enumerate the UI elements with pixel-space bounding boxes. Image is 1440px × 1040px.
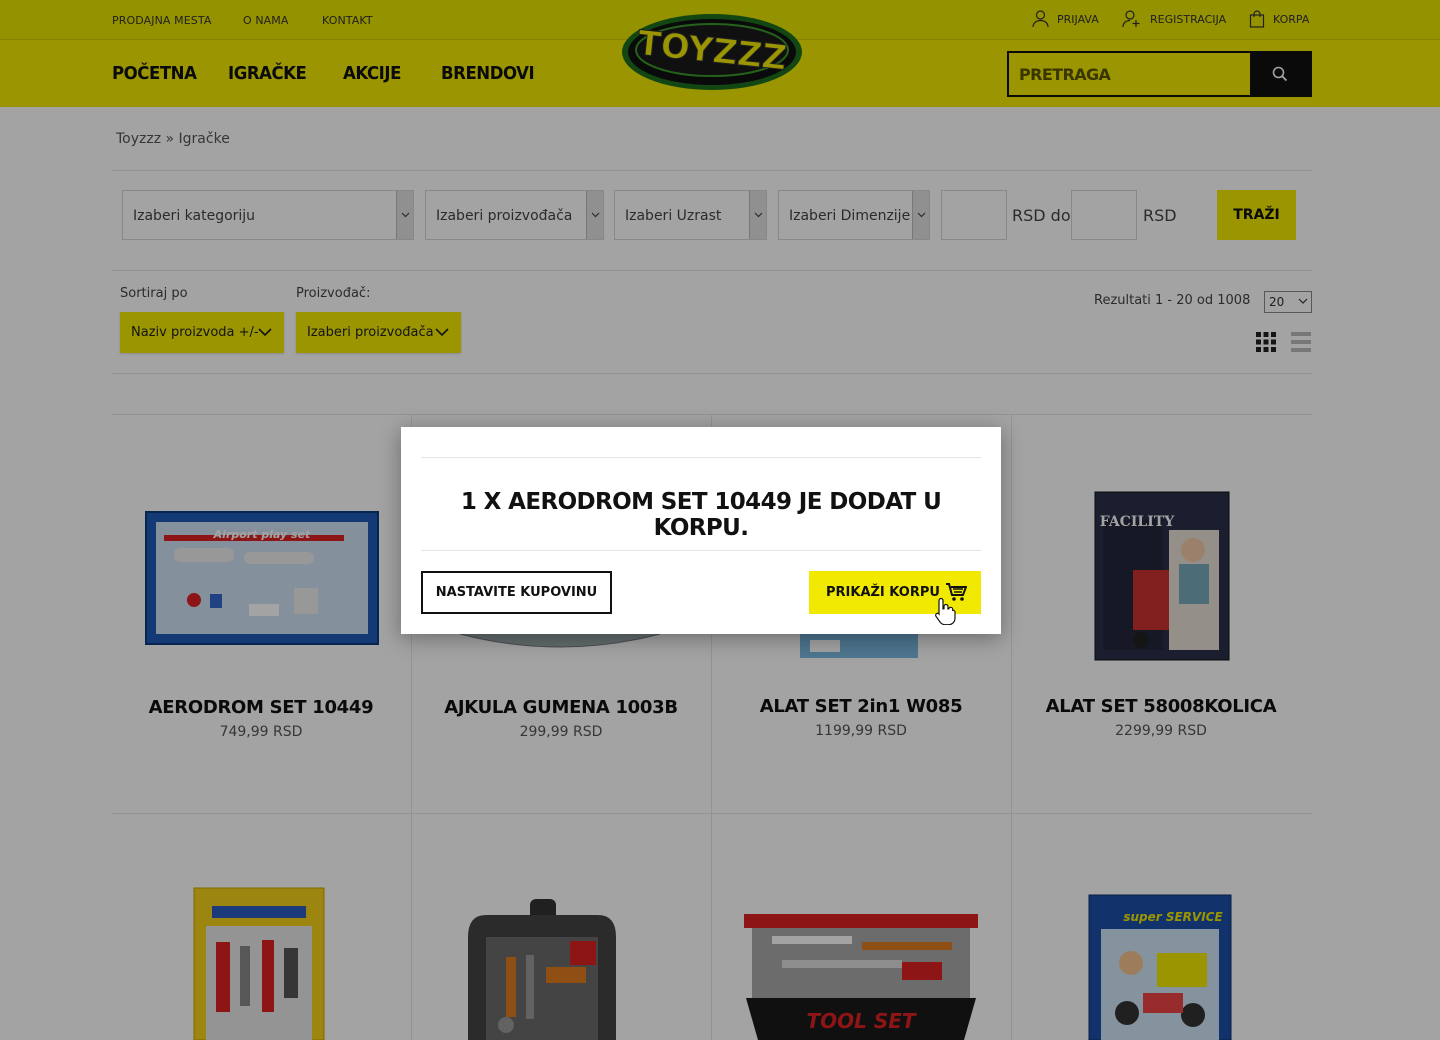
- added-to-cart-modal: 1 X AERODROM SET 10449 JE DODAT U KORPU.…: [401, 427, 1001, 634]
- hand-pointer-cursor-icon: [935, 597, 956, 625]
- modal-message: 1 X AERODROM SET 10449 JE DODAT U KORPU.: [460, 489, 942, 541]
- continue-shopping-button[interactable]: NASTAVITE KUPOVINU: [421, 571, 612, 614]
- modal-divider: [421, 550, 981, 551]
- modal-divider: [421, 457, 981, 458]
- show-cart-label: PRIKAŽI KORPU: [826, 585, 940, 600]
